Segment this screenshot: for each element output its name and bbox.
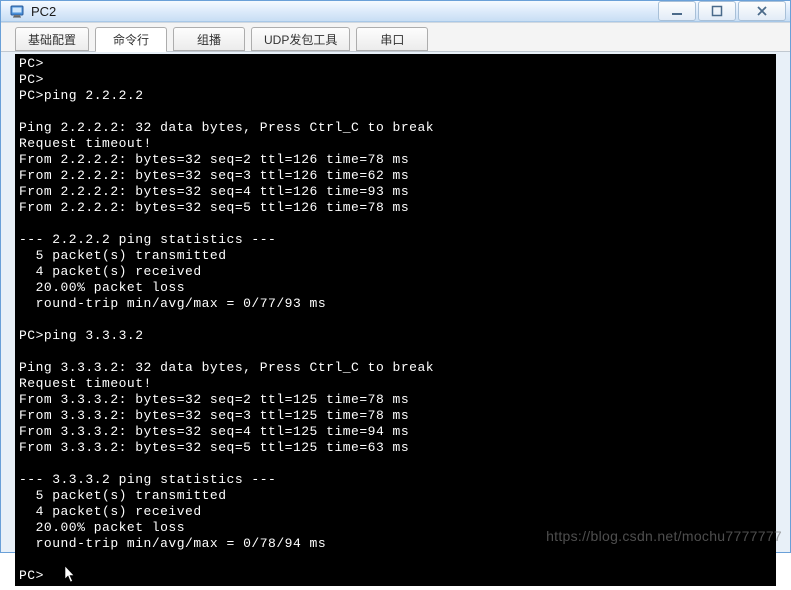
terminal-line	[19, 312, 772, 328]
terminal-line: From 2.2.2.2: bytes=32 seq=2 ttl=126 tim…	[19, 152, 772, 168]
terminal-line: From 2.2.2.2: bytes=32 seq=4 ttl=126 tim…	[19, 184, 772, 200]
terminal-line: 5 packet(s) transmitted	[19, 488, 772, 504]
tab-multicast[interactable]: 组播	[173, 27, 245, 51]
maximize-button[interactable]	[698, 1, 736, 21]
terminal-line: PC>ping 3.3.3.2	[19, 328, 772, 344]
minimize-button[interactable]	[658, 1, 696, 21]
terminal-line	[19, 344, 772, 360]
terminal-container: PC>PC>PC>ping 2.2.2.2 Ping 2.2.2.2: 32 d…	[1, 52, 790, 590]
terminal-line: From 3.3.3.2: bytes=32 seq=4 ttl=125 tim…	[19, 424, 772, 440]
terminal-line: 4 packet(s) received	[19, 504, 772, 520]
tab-serial[interactable]: 串口	[356, 27, 428, 51]
app-window: PC2 基础配置 命令行 组播 UDP发包工具 串口 PC>PC>PC>ping…	[0, 0, 791, 553]
terminal-line: 20.00% packet loss	[19, 280, 772, 296]
terminal-line: --- 2.2.2.2 ping statistics ---	[19, 232, 772, 248]
app-icon	[9, 3, 25, 19]
terminal-line: Ping 3.3.3.2: 32 data bytes, Press Ctrl_…	[19, 360, 772, 376]
terminal-line	[19, 456, 772, 472]
window-title: PC2	[31, 4, 656, 19]
terminal-line: Request timeout!	[19, 376, 772, 392]
terminal-line: From 3.3.3.2: bytes=32 seq=3 ttl=125 tim…	[19, 408, 772, 424]
terminal-line: From 2.2.2.2: bytes=32 seq=5 ttl=126 tim…	[19, 200, 772, 216]
terminal-line: Request timeout!	[19, 136, 772, 152]
titlebar: PC2	[1, 1, 790, 22]
terminal-line: Ping 2.2.2.2: 32 data bytes, Press Ctrl_…	[19, 120, 772, 136]
tab-basic-config[interactable]: 基础配置	[15, 27, 89, 51]
terminal-line: round-trip min/avg/max = 0/77/93 ms	[19, 296, 772, 312]
terminal-line: PC>	[19, 72, 772, 88]
tab-udp-tool[interactable]: UDP发包工具	[251, 27, 350, 51]
terminal[interactable]: PC>PC>PC>ping 2.2.2.2 Ping 2.2.2.2: 32 d…	[15, 54, 776, 586]
terminal-line	[19, 552, 772, 568]
terminal-line: --- 3.3.3.2 ping statistics ---	[19, 472, 772, 488]
terminal-line: round-trip min/avg/max = 0/78/94 ms	[19, 536, 772, 552]
terminal-line: From 2.2.2.2: bytes=32 seq=3 ttl=126 tim…	[19, 168, 772, 184]
tab-command-line[interactable]: 命令行	[95, 27, 167, 52]
terminal-line: 4 packet(s) received	[19, 264, 772, 280]
terminal-line: From 3.3.3.2: bytes=32 seq=5 ttl=125 tim…	[19, 440, 772, 456]
tab-bar: 基础配置 命令行 组播 UDP发包工具 串口	[1, 22, 790, 52]
window-controls	[656, 1, 786, 21]
terminal-line: 5 packet(s) transmitted	[19, 248, 772, 264]
terminal-line: 20.00% packet loss	[19, 520, 772, 536]
terminal-line	[19, 216, 772, 232]
terminal-line: PC>ping 2.2.2.2	[19, 88, 772, 104]
terminal-line: PC>	[19, 56, 772, 72]
close-button[interactable]	[738, 1, 786, 21]
terminal-line: From 3.3.3.2: bytes=32 seq=2 ttl=125 tim…	[19, 392, 772, 408]
terminal-line: PC>	[19, 568, 772, 584]
terminal-line	[19, 104, 772, 120]
